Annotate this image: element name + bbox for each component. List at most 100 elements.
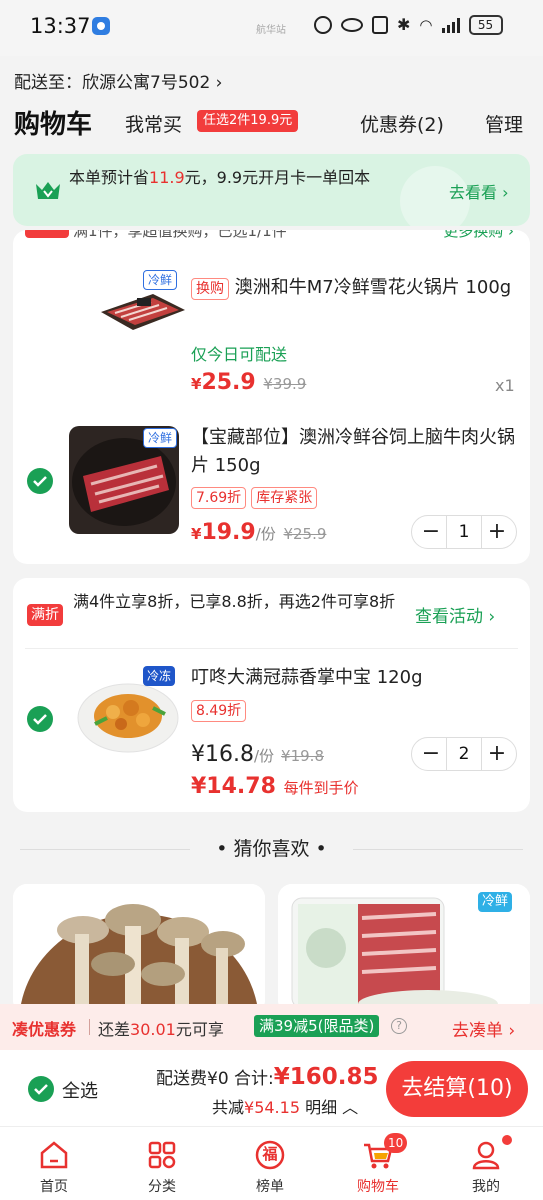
recommend-card[interactable]: 冷鲜	[278, 884, 530, 1014]
tab-home[interactable]: 首页	[14, 1127, 94, 1200]
quantity-label: x1	[495, 376, 515, 395]
decrease-button[interactable]: −	[414, 738, 448, 770]
promo-text: 满4件立享8折，已享8.8折，再选2件可享8折	[73, 592, 396, 611]
view-membership-link[interactable]: 去看看 ›	[449, 179, 509, 203]
checkout-bar: 全选 配送费¥0 合计:¥160.85 共减¥54.15 明细 ︿ 去结算(10…	[0, 1050, 543, 1126]
original-price: ¥25.9	[283, 525, 327, 543]
wifi-icon: ◠	[419, 16, 433, 34]
savings-detail[interactable]: 共减¥54.15 明细 ︿	[212, 1094, 358, 1118]
crown-icon	[36, 182, 60, 199]
discount-tag: 7.69折	[191, 487, 247, 509]
signal-icon	[441, 17, 460, 33]
low-stock-tag: 库存紧张	[251, 487, 318, 509]
tab-frequent-buys[interactable]: 我常买	[125, 110, 182, 137]
cart-group-card: 满1件，享超值换购，已选1/1件 更多换购 › 冷鲜 换购 澳洲和牛M7冷鲜雪花…	[13, 230, 530, 564]
price-value: 19.9	[201, 520, 256, 545]
check-icon	[33, 476, 47, 487]
tab-label: 购物车	[357, 1179, 399, 1195]
per-price-label: 每件到手价	[283, 779, 359, 797]
per-item-price: ¥14.78 每件到手价	[191, 774, 359, 799]
decrease-button[interactable]: −	[414, 516, 448, 548]
tab-cart[interactable]: 10 购物车	[338, 1127, 418, 1200]
eye-icon	[341, 18, 363, 32]
product-title[interactable]: 叮咚大满冠蒜香掌中宝 120g	[191, 664, 511, 692]
status-time: 13:37	[30, 14, 91, 38]
coupon-label: 凑优惠券	[12, 1020, 77, 1039]
coupon-suffix: 元可享	[175, 1020, 224, 1039]
quantity-stepper[interactable]: − 2 +	[411, 737, 517, 771]
delivery-address[interactable]: 配送至：欣源公寓7号502 ›	[14, 68, 222, 93]
check-icon	[34, 1084, 48, 1095]
saved-amount: ¥54.15	[244, 1098, 300, 1117]
tab-category[interactable]: 分类	[122, 1127, 202, 1200]
help-icon[interactable]: ?	[391, 1018, 407, 1034]
unit-label: /份	[253, 747, 275, 765]
bluetooth-icon: ✱	[397, 15, 411, 34]
divider	[89, 1019, 90, 1035]
tab-label: 我的	[472, 1179, 500, 1195]
total-line: 配送费¥0 合计:¥160.85	[156, 1064, 379, 1090]
add-more-link[interactable]: 去凑单 ›	[452, 1016, 515, 1041]
savings-suffix: 元，9.9元开月卡一单回本	[184, 168, 371, 187]
coupon-amount: 30.01	[130, 1020, 176, 1039]
nfc-icon	[372, 16, 388, 34]
currency-symbol: ¥	[191, 375, 202, 393]
status-carrier: 航华站	[256, 25, 286, 36]
membership-savings-banner[interactable]: 本单预计省11.9元，9.9元开月卡一单回本 去看看 ›	[13, 154, 530, 226]
original-price: ¥39.9	[263, 375, 307, 393]
increase-button[interactable]: +	[480, 738, 514, 770]
chilled-tag: 冷鲜	[478, 892, 513, 912]
item-checkbox[interactable]	[27, 468, 53, 494]
delivery-note: 仅今日可配送	[191, 345, 288, 364]
unit-label: /份	[255, 525, 276, 543]
select-all-checkbox[interactable]	[28, 1076, 54, 1102]
price-value: 25.9	[201, 370, 256, 395]
increase-button[interactable]: +	[480, 516, 514, 548]
savings-prefix: 本单预计省	[69, 168, 150, 187]
home-icon	[40, 1141, 68, 1169]
tab-label: 榜单	[256, 1179, 284, 1195]
notification-dot	[502, 1135, 512, 1145]
price-value: ¥16.8	[191, 742, 254, 767]
item-checkbox[interactable]	[27, 706, 53, 732]
product-title[interactable]: 【宝藏部位】澳洲冷鲜谷饲上脑牛肉火锅片 150g	[191, 424, 519, 480]
savings-amount: 11.9	[149, 168, 185, 187]
item-price: ¥19.9/份 ¥25.9	[191, 520, 326, 545]
frozen-tag: 冷冻	[143, 666, 176, 686]
view-activity-link[interactable]: 查看活动 ›	[415, 602, 495, 627]
quantity-value[interactable]: 2	[446, 738, 482, 770]
product-name[interactable]: 换购 澳洲和牛M7冷鲜雪花火锅片 100g	[191, 274, 513, 302]
manage-button[interactable]: 管理	[485, 110, 523, 137]
original-price: ¥19.8	[281, 747, 324, 765]
fee-label: 配送费¥0 合计:	[156, 1069, 274, 1089]
battery-icon: 55	[468, 15, 503, 35]
check-icon	[33, 714, 47, 725]
savings-text: 本单预计省11.9元，9.9元开月卡一单回本	[69, 166, 429, 190]
tab-label: 首页	[40, 1179, 68, 1195]
tab-coupons[interactable]: 优惠券(2)	[360, 110, 444, 137]
currency-symbol: ¥	[191, 525, 202, 543]
more-exchange-link[interactable]: 更多换购 ›	[443, 230, 514, 241]
coupon-bar[interactable]: 凑优惠券 还差30.01元可享 满39减5(限品类) ? 去凑单 ›	[0, 1004, 543, 1050]
quantity-stepper[interactable]: − 1 +	[411, 515, 517, 549]
saved-prefix: 共减	[212, 1098, 245, 1117]
select-all-label[interactable]: 全选	[62, 1077, 98, 1103]
app-notification-icon	[92, 17, 110, 35]
promo-pill[interactable]: 任选2件19.9元	[197, 110, 299, 132]
status-bar: 13:37 航华站 ✱ ◠ 55	[0, 0, 543, 56]
item-price: ¥16.8/份 ¥19.8	[191, 742, 324, 767]
product-tags: 8.49折	[191, 700, 247, 722]
address-label: 配送至：欣源公寓7号502	[14, 73, 211, 93]
vibrate-icon	[314, 16, 332, 34]
cart-header: 购物车 我常买 任选2件19.9元 优惠券(2) 管理	[0, 100, 543, 146]
quantity-value[interactable]: 1	[446, 516, 482, 548]
tab-ranking[interactable]: 福 榜单	[230, 1127, 310, 1200]
checkout-button[interactable]: 去结算(10)	[386, 1061, 528, 1117]
recommend-card[interactable]	[13, 884, 265, 1014]
chevron-right-icon: ›	[215, 73, 223, 93]
discount-tag: 8.49折	[191, 700, 247, 722]
coupon-text: 还差30.01元可享	[98, 1016, 224, 1040]
page-title: 购物车	[14, 110, 93, 140]
tab-profile[interactable]: 我的	[446, 1127, 526, 1200]
cart-count-badge: 10	[384, 1133, 408, 1153]
